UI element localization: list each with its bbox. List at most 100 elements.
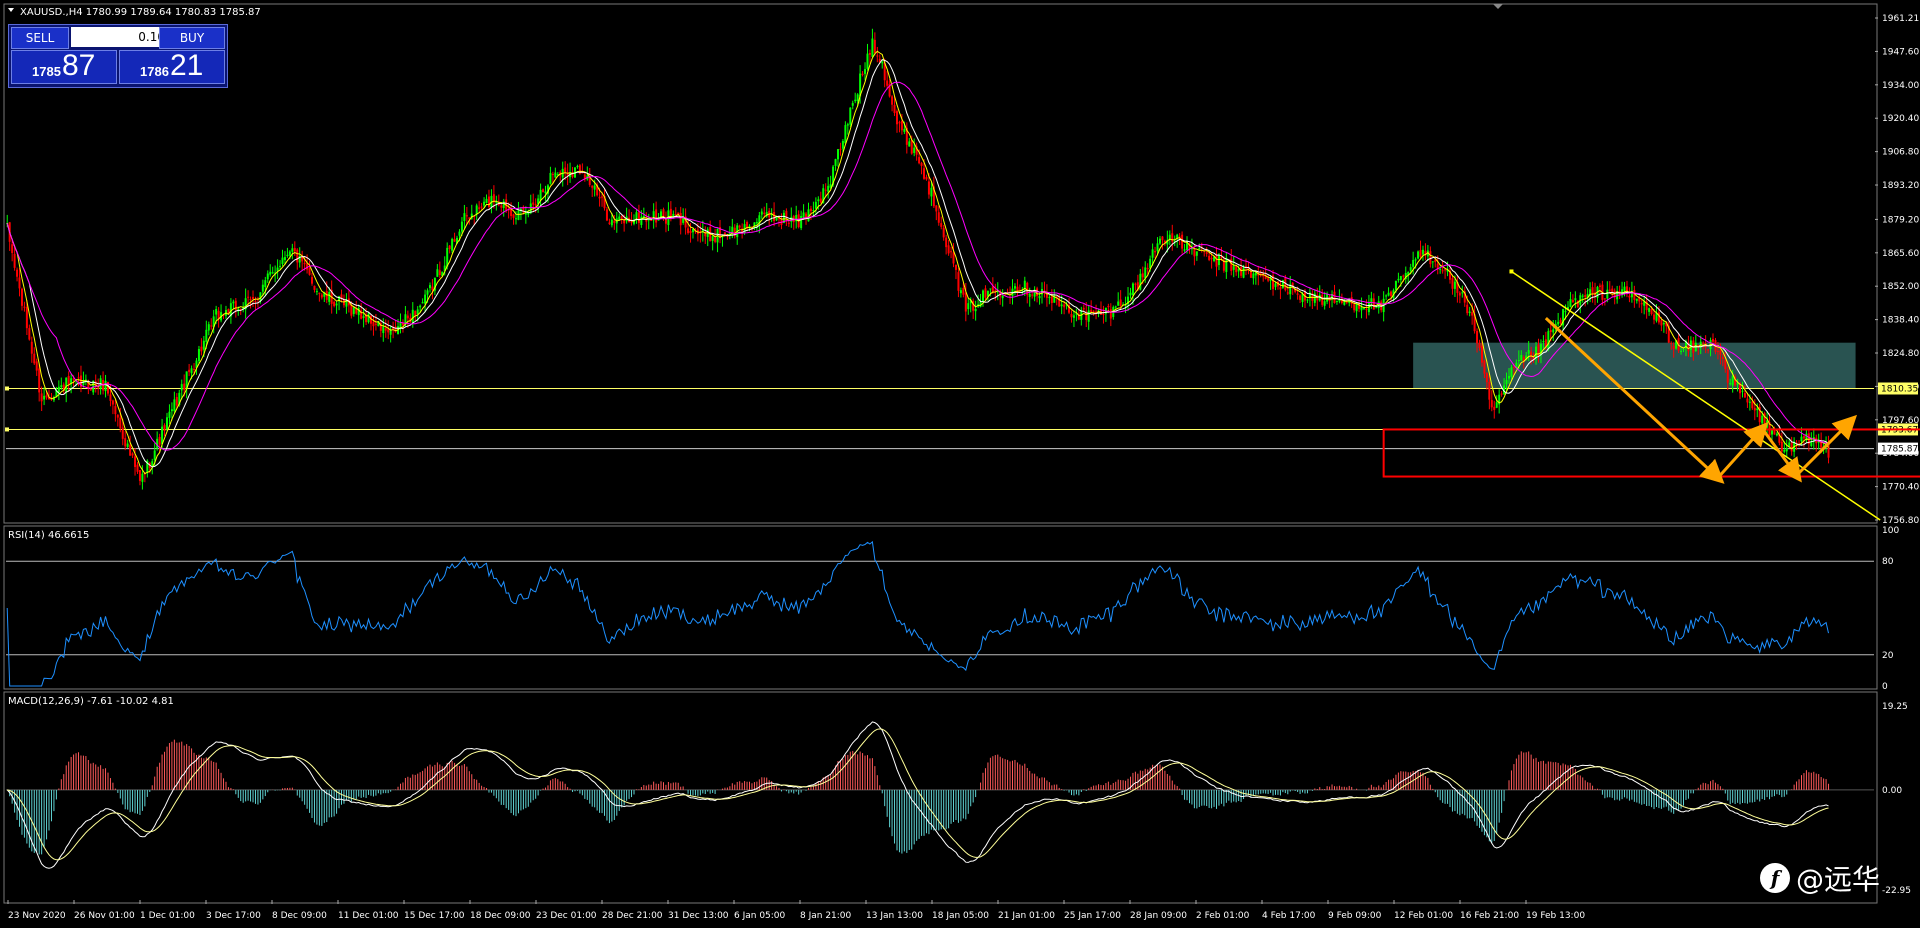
rsi-title: RSI(14) 46.6615 bbox=[8, 530, 89, 541]
chart-menu-icon[interactable] bbox=[8, 8, 14, 12]
candle-body bbox=[1063, 304, 1066, 308]
candle-body bbox=[1485, 373, 1488, 383]
candle-body bbox=[1107, 306, 1110, 308]
candle-body bbox=[13, 253, 16, 268]
candle-body bbox=[1205, 252, 1208, 254]
candle-body bbox=[873, 39, 876, 54]
candle-body bbox=[480, 206, 483, 208]
candle-body bbox=[394, 326, 397, 333]
candle-body bbox=[1653, 314, 1656, 320]
sell-button[interactable]: SELL bbox=[11, 27, 69, 49]
candle-body bbox=[950, 251, 953, 253]
macd-title: MACD(12,26,9) -7.61 -10.02 4.81 bbox=[8, 696, 174, 707]
sell-quote[interactable]: 1785 87 bbox=[11, 49, 117, 84]
candle-body bbox=[984, 288, 987, 298]
candle-body bbox=[453, 239, 456, 242]
candle-body bbox=[1680, 350, 1683, 352]
candle-body bbox=[374, 323, 377, 325]
target-box-rect bbox=[1382, 428, 1920, 478]
candle-body bbox=[1154, 251, 1157, 253]
candle-body bbox=[841, 141, 844, 149]
candle-body bbox=[1682, 349, 1685, 351]
buy-button[interactable]: BUY bbox=[159, 27, 225, 49]
candle-body bbox=[1193, 248, 1196, 257]
candle-body bbox=[824, 189, 827, 191]
candle-body bbox=[1345, 302, 1348, 304]
trendline[interactable] bbox=[1509, 269, 1881, 521]
candle-body bbox=[800, 215, 803, 229]
candle-body bbox=[254, 300, 257, 302]
projection-arrow bbox=[1544, 317, 1725, 484]
sell-price-small: 1785 bbox=[32, 64, 61, 79]
candle-body bbox=[846, 124, 849, 126]
candle-body bbox=[913, 147, 916, 153]
candle-body bbox=[1773, 430, 1776, 435]
candle-body bbox=[1421, 249, 1424, 255]
candle-body bbox=[1210, 257, 1213, 260]
candle-body bbox=[1242, 267, 1245, 278]
candle-body bbox=[954, 264, 957, 270]
candle-body bbox=[1480, 345, 1483, 363]
candle-body bbox=[1225, 257, 1228, 272]
candle-body bbox=[205, 329, 208, 342]
time-tick-label: 26 Nov 01:00 bbox=[74, 911, 135, 921]
candle-body bbox=[30, 341, 33, 354]
candle-body bbox=[974, 309, 977, 312]
macd-indicator bbox=[6, 721, 1874, 869]
candle-body bbox=[660, 211, 663, 217]
candle-body bbox=[424, 294, 427, 304]
candle-body bbox=[851, 103, 854, 106]
candle-body bbox=[1082, 307, 1085, 310]
candle-body bbox=[1274, 283, 1277, 288]
candle-body bbox=[1458, 292, 1461, 296]
candle-body bbox=[1564, 311, 1567, 313]
brand-logo-icon: f bbox=[1760, 863, 1790, 893]
candle-body bbox=[1623, 286, 1626, 292]
buy-quote[interactable]: 1786 21 bbox=[119, 49, 225, 84]
price-tick-label: 1838.40 bbox=[1882, 316, 1919, 326]
candle-body bbox=[352, 306, 355, 314]
time-tick-label: 28 Jan 09:00 bbox=[1130, 911, 1187, 921]
candle-body bbox=[1070, 313, 1073, 318]
candle-body bbox=[1716, 351, 1719, 353]
candle-body bbox=[1453, 281, 1456, 289]
candle-body bbox=[109, 394, 112, 401]
chart-canvas[interactable]: 1961.21 1947.60 1934.00 1920.40 1906.80 1893.… bbox=[0, 0, 1920, 928]
candle-body bbox=[362, 316, 365, 318]
candle-body bbox=[927, 181, 930, 195]
candle-body bbox=[136, 464, 139, 472]
candle-body bbox=[406, 315, 409, 319]
candle-body bbox=[387, 329, 390, 333]
candle-body bbox=[679, 213, 682, 226]
time-tick-label: 15 Dec 17:00 bbox=[404, 911, 465, 921]
candle-body bbox=[827, 185, 830, 192]
candle-body bbox=[1542, 340, 1545, 342]
candle-body bbox=[564, 167, 567, 173]
candle-body bbox=[1444, 269, 1447, 271]
candle-body bbox=[608, 222, 611, 224]
candle-body bbox=[1217, 255, 1220, 265]
candle-body bbox=[293, 247, 296, 252]
price-tick-label: 1920.40 bbox=[1882, 114, 1919, 124]
candle-body bbox=[1215, 255, 1218, 267]
candle-body bbox=[1171, 233, 1174, 242]
time-tick-label: 31 Dec 13:00 bbox=[668, 911, 729, 921]
candle-body bbox=[296, 249, 299, 263]
candle-body bbox=[483, 201, 486, 206]
candle-body bbox=[1650, 308, 1653, 315]
candle-body bbox=[1731, 376, 1734, 386]
candle-body bbox=[163, 425, 166, 431]
candle-body bbox=[967, 303, 970, 310]
scroll-marker-icon[interactable] bbox=[1493, 4, 1503, 9]
candle-body bbox=[1608, 289, 1611, 291]
candle-body bbox=[458, 231, 461, 236]
candle-body bbox=[952, 252, 955, 264]
candle-body bbox=[711, 236, 714, 241]
candle-body bbox=[485, 198, 488, 204]
price-level-label: 1793.67 bbox=[1881, 425, 1918, 435]
candle-body bbox=[787, 222, 790, 224]
price-levels[interactable]: 1810.35 1793.67 1785.87 bbox=[5, 382, 1918, 455]
candle-body bbox=[124, 438, 127, 447]
watermark: f @远华 bbox=[1760, 858, 1880, 898]
time-tick-label: 25 Jan 17:00 bbox=[1064, 911, 1121, 921]
